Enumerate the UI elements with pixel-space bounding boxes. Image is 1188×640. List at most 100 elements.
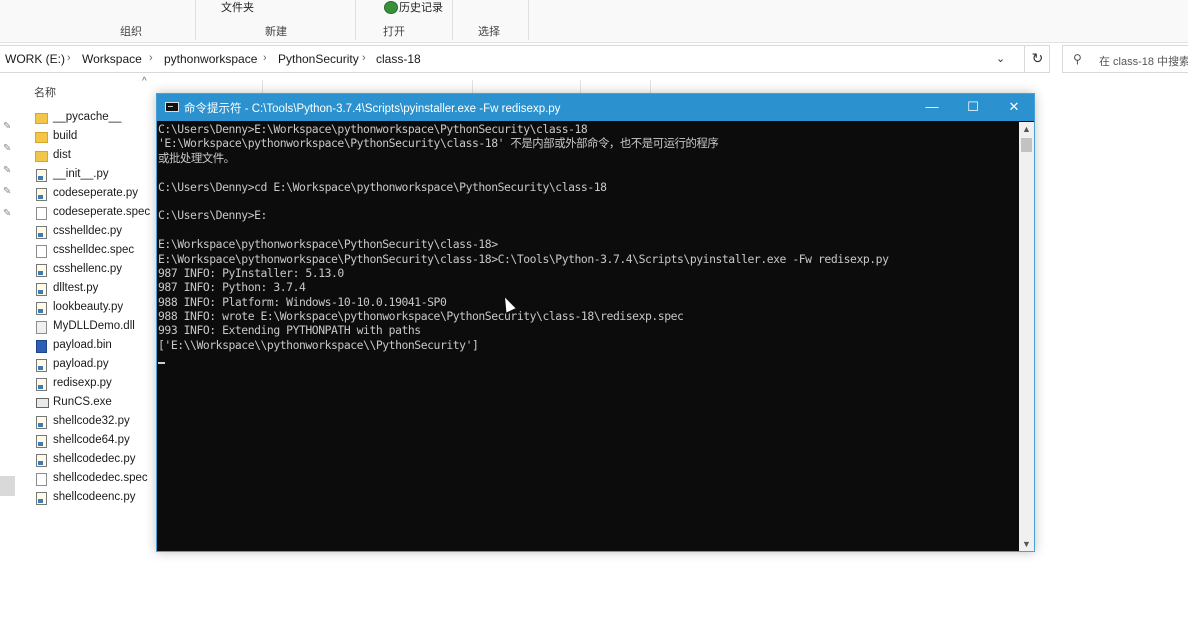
file-name: redisexp.py (53, 377, 112, 389)
list-item[interactable]: shellcode32.py (34, 414, 156, 433)
scroll-up-icon[interactable]: ▲ (1019, 124, 1034, 134)
pin-icon[interactable]: ✎ (3, 143, 11, 154)
file-name: csshellenc.py (53, 263, 123, 275)
console-line: C:\Users\Denny>E: (158, 208, 267, 223)
file-name: shellcodeenc.py (53, 491, 136, 503)
chevron-right-icon[interactable]: › (362, 52, 366, 64)
console-line: 987 INFO: Python: 3.7.4 (158, 280, 306, 295)
file-name: payload.py (53, 358, 109, 370)
file-name: codeseperate.py (53, 187, 139, 199)
list-item[interactable]: csshellenc.py (34, 262, 156, 281)
close-button[interactable]: ✕ (994, 94, 1034, 121)
breadcrumb-drive[interactable]: WORK (E:) (5, 52, 65, 66)
group-new-label: 新建 (265, 26, 287, 38)
list-item[interactable]: csshelldec.spec (34, 243, 156, 262)
breadcrumb-workspace[interactable]: Workspace (82, 52, 142, 66)
vertical-scrollbar[interactable]: ▲ ▼ (1019, 122, 1034, 551)
file-icon (36, 169, 47, 182)
file-name: dlltest.py (53, 282, 99, 294)
chevron-right-icon[interactable]: › (149, 52, 153, 64)
file-icon (36, 398, 49, 408)
list-item[interactable]: shellcodeenc.py (34, 490, 156, 509)
nav-selection[interactable] (0, 476, 15, 496)
minimize-button[interactable]: — (912, 94, 952, 121)
window-title: 命令提示符 - C:\Tools\Python-3.7.4\Scripts\py… (184, 103, 561, 115)
list-item[interactable]: shellcode64.py (34, 433, 156, 452)
chevron-down-icon[interactable]: ⌄ (996, 52, 1005, 65)
list-item[interactable]: payload.py (34, 357, 156, 376)
list-item[interactable]: lookbeauty.py (34, 300, 156, 319)
list-item[interactable]: __init__.py (34, 167, 156, 186)
history-button[interactable]: 历史记录 (399, 0, 443, 15)
file-name: dist (53, 149, 71, 161)
list-item[interactable]: codeseperate.spec (34, 205, 156, 224)
breadcrumb-class-18[interactable]: class-18 (376, 52, 421, 66)
command-prompt-window[interactable]: 命令提示符 - C:\Tools\Python-3.7.4\Scripts\py… (156, 93, 1035, 552)
list-item[interactable]: codeseperate.py (34, 186, 156, 205)
list-item[interactable]: shellcodedec.spec (34, 471, 156, 490)
file-icon (36, 416, 47, 429)
refresh-button[interactable]: ↻ (1024, 45, 1050, 73)
file-icon (36, 340, 47, 353)
text-cursor (158, 362, 165, 364)
group-organize-label: 组织 (120, 26, 142, 38)
pin-icon[interactable]: ✎ (3, 186, 11, 197)
pin-icon[interactable]: ✎ (3, 165, 11, 176)
list-item[interactable]: redisexp.py (34, 376, 156, 395)
file-name: csshelldec.py (53, 225, 123, 237)
file-name: build (53, 130, 78, 142)
console-icon (165, 102, 179, 112)
chevron-right-icon[interactable]: › (263, 52, 267, 64)
list-item[interactable]: dist (34, 148, 156, 167)
file-name: payload.bin (53, 339, 112, 351)
file-icon (36, 492, 47, 505)
console-output[interactable]: C:\Users\Denny>E:\Workspace\pythonworksp… (158, 122, 1018, 552)
breadcrumb-pythonworkspace[interactable]: pythonworkspace (164, 52, 257, 66)
pin-icon[interactable]: ✎ (3, 208, 11, 219)
list-item[interactable]: __pycache__ (34, 110, 156, 129)
file-icon (36, 321, 47, 334)
scroll-thumb[interactable] (1021, 138, 1032, 152)
console-line: 988 INFO: wrote E:\Workspace\pythonworks… (158, 309, 684, 324)
console-line: 993 INFO: Extending PYTHONPATH with path… (158, 323, 421, 338)
list-item[interactable]: RunCS.exe (34, 395, 156, 414)
file-icon (36, 359, 47, 372)
ribbon: 文件夹 历史记录 组织 新建 打开 选择 (0, 0, 1188, 43)
list-item[interactable]: shellcodedec.py (34, 452, 156, 471)
group-open-label: 打开 (383, 26, 405, 38)
console-line: C:\Users\Denny>E:\Workspace\pythonworksp… (158, 122, 588, 136)
column-header-name[interactable]: 名称 (34, 84, 56, 100)
folder-icon (35, 113, 48, 124)
list-item[interactable]: payload.bin (34, 338, 156, 357)
address-bar[interactable]: WORK (E:) › Workspace › pythonworkspace … (0, 45, 1050, 73)
file-name: codeseperate.spec (53, 206, 151, 218)
file-icon (36, 378, 47, 391)
console-line: 987 INFO: PyInstaller: 5.13.0 (158, 265, 344, 280)
console-line: C:\Users\Denny>cd E:\Workspace\pythonwor… (158, 179, 607, 194)
file-icon (36, 245, 47, 258)
window-titlebar[interactable]: 命令提示符 - C:\Tools\Python-3.7.4\Scripts\py… (157, 94, 1034, 121)
console-line: 988 INFO: Platform: Windows-10-10.0.1904… (158, 294, 447, 309)
file-name: __init__.py (53, 168, 109, 180)
file-icon (36, 302, 47, 315)
search-icon: ⚲ (1073, 52, 1082, 66)
search-box[interactable]: ⚲ 在 class-18 中搜索 (1062, 45, 1188, 73)
list-item[interactable]: dlltest.py (34, 281, 156, 300)
new-folder-label[interactable]: 文件夹 (221, 0, 254, 15)
chevron-right-icon[interactable]: › (67, 52, 71, 64)
file-icon (36, 226, 47, 239)
breadcrumb-pythonsecurity[interactable]: PythonSecurity (278, 52, 359, 66)
search-placeholder[interactable]: 在 class-18 中搜索 (1099, 53, 1188, 69)
ribbon-divider (452, 0, 453, 40)
file-icon (36, 207, 47, 220)
list-item[interactable]: MyDLLDemo.dll (34, 319, 156, 338)
scroll-down-icon[interactable]: ▼ (1019, 539, 1034, 549)
file-name: shellcodedec.py (53, 453, 136, 465)
list-item[interactable]: csshelldec.py (34, 224, 156, 243)
console-line: 'E:\Workspace\pythonworkspace\PythonSecu… (158, 136, 719, 151)
maximize-button[interactable]: ☐ (953, 94, 993, 121)
list-item[interactable]: build (34, 129, 156, 148)
pin-icon[interactable]: ✎ (3, 121, 11, 132)
